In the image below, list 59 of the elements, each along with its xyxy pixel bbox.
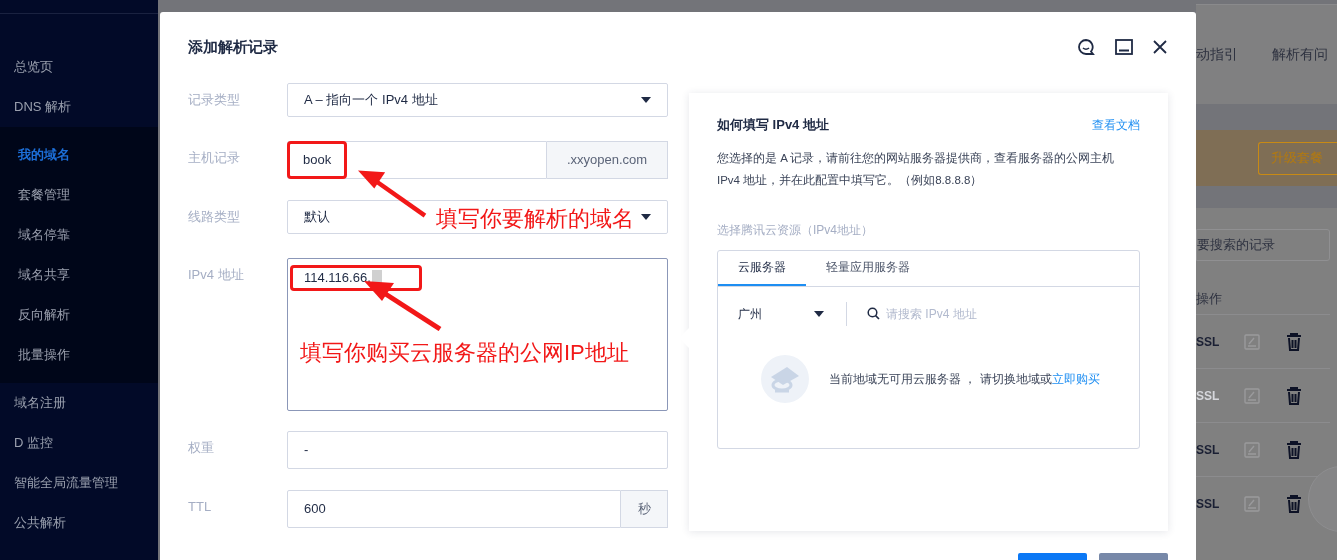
resource-label: 选择腾讯云资源（IPv4地址） [717, 221, 873, 239]
buy-link[interactable]: 立即购买 [1051, 371, 1100, 386]
field-label: 权重 [188, 439, 215, 457]
caret-icon [641, 97, 651, 103]
sidebar-item[interactable]: 我的域名 [0, 135, 158, 175]
field-value: 600 [303, 500, 327, 519]
resource-tab[interactable]: 云服务器 [718, 250, 806, 286]
ssl-label: SSL [1196, 495, 1221, 513]
ssl-label: SSL [1196, 387, 1221, 405]
column-header: 操作 [1196, 290, 1222, 308]
annotation-text: 填写你购买云服务器的公网IP地址 [300, 339, 629, 367]
sidebar-item[interactable]: DNS 解析 [0, 87, 158, 127]
input-field[interactable]: 600 [287, 490, 621, 528]
input-field[interactable]: book [287, 141, 547, 179]
sidebar-item[interactable]: 智能全局流量管理 [0, 463, 158, 503]
panel-title: 如何填写 IPv4 地址 [717, 116, 829, 134]
close-icon[interactable] [1153, 40, 1167, 54]
select-field[interactable]: A – 指向一个 IPv4 地址 [287, 83, 668, 117]
sidebar-item[interactable]: 公共解析 [0, 503, 158, 543]
annotation-text: 填写你要解析的域名 [436, 205, 634, 233]
docs-link[interactable]: 查看文档 [1092, 115, 1140, 134]
trash-icon[interactable] [1286, 494, 1302, 513]
ssl-label: SSL [1196, 333, 1221, 351]
sidebar-item[interactable]: 域名停靠 [0, 215, 158, 255]
field-label: 记录类型 [188, 91, 241, 109]
field-value: - [303, 441, 310, 460]
empty-state-text: 当前地域无可用云服务器 ， 请切换地域或立即购买 [829, 370, 1100, 388]
caret-icon [641, 214, 651, 220]
field-value: book [287, 141, 348, 179]
chat-icon[interactable] [1077, 38, 1095, 56]
field-label: IPv4 地址 [188, 266, 245, 284]
sidebar-item[interactable]: D 监控 [0, 423, 158, 463]
resource-tab[interactable]: 轻量应用服务器 [806, 250, 930, 286]
trash-icon[interactable] [1286, 440, 1302, 459]
input-suffix: .xxyopen.com [547, 141, 668, 179]
sidebar-item[interactable]: 域名注册 [0, 383, 158, 423]
field-label: TTL [188, 498, 213, 516]
field-value: 114.116.66. [304, 269, 371, 288]
sidebar-item[interactable]: 反向解析 [0, 295, 158, 335]
minimize-icon[interactable] [1115, 39, 1133, 55]
field-label: 主机记录 [188, 149, 241, 167]
input-field[interactable]: - [287, 431, 668, 469]
caret-icon [814, 310, 824, 317]
field-label: 线路类型 [188, 208, 241, 226]
trash-icon[interactable] [1286, 332, 1302, 351]
panel-description: 您选择的是 A 记录，请前往您的网站服务器提供商，查看服务器的公网主机 IPv4 地址，并在此配置中填写它。（例如8.8.8.8） [717, 150, 1116, 188]
select-value: 默认 [304, 208, 330, 227]
select-value: A – 指向一个 IPv4 地址 [304, 91, 438, 110]
region-select[interactable]: 广州 [738, 304, 826, 323]
sidebar-item[interactable]: 总览页 [0, 47, 158, 87]
trash-icon[interactable] [1286, 386, 1302, 405]
sidebar-item[interactable]: 域名共享 [0, 255, 158, 295]
sidebar-item[interactable]: 批量操作 [0, 335, 158, 375]
search-icon [867, 307, 880, 320]
dialog-title: 添加解析记录 [188, 36, 278, 57]
sidebar-item[interactable]: 套餐管理 [0, 175, 158, 215]
empty-state-drawing [761, 354, 809, 403]
input-suffix: 秒 [621, 490, 668, 528]
ssl-label: SSL [1196, 441, 1221, 459]
